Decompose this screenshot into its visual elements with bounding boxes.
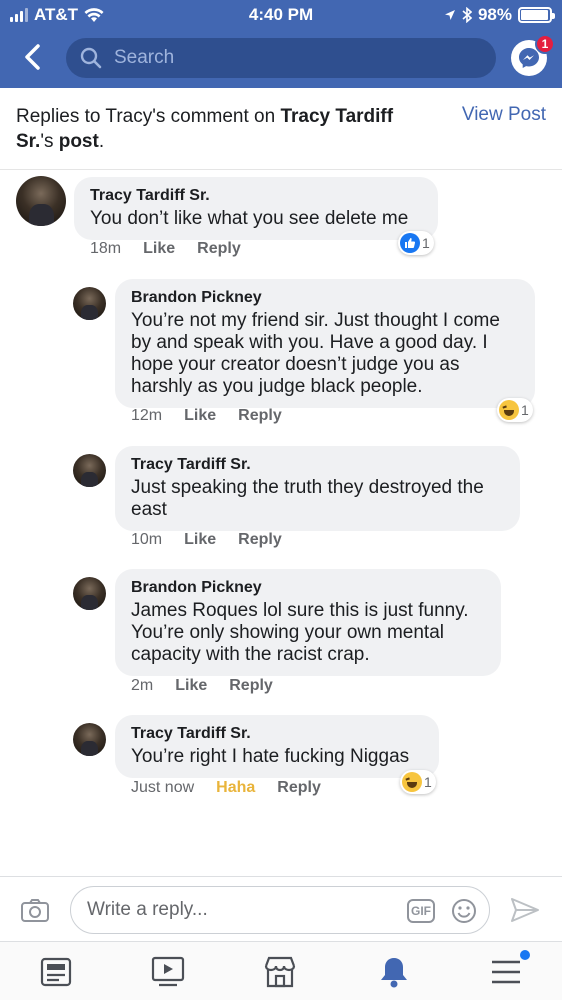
- reply-button[interactable]: Reply: [238, 531, 282, 549]
- commenter-name[interactable]: Tracy Tardiff Sr.: [131, 724, 423, 744]
- comment-text: You’re right I hate fucking Niggas: [131, 746, 410, 767]
- reaction-count: 1: [422, 235, 430, 251]
- commenter-name[interactable]: Tracy Tardiff Sr.: [131, 455, 504, 475]
- gif-button[interactable]: GIF: [407, 899, 435, 923]
- reaction-summary[interactable]: 1: [398, 231, 434, 255]
- avatar[interactable]: [16, 176, 66, 226]
- comment-actions: 18m Like Reply: [90, 240, 241, 258]
- comment-time: 12m: [131, 407, 163, 424]
- reply-button[interactable]: Reply: [277, 779, 321, 797]
- haha-icon: [402, 772, 422, 792]
- messenger-button[interactable]: 1: [511, 34, 555, 76]
- avatar[interactable]: [73, 287, 106, 320]
- header-post-link[interactable]: post: [59, 131, 99, 152]
- battery-icon: [518, 7, 555, 23]
- location-icon: [444, 10, 455, 20]
- menu-icon: [492, 960, 520, 984]
- search-placeholder: Search: [114, 47, 175, 68]
- comment-bubble[interactable]: Tracy Tardiff Sr. You’re right I hate fu…: [115, 715, 439, 778]
- avatar[interactable]: [73, 454, 106, 487]
- commenter-name[interactable]: Tracy Tardiff Sr.: [90, 186, 422, 206]
- reply-composer: Write a reply... GIF: [0, 876, 562, 942]
- comment-text: James Roques lol sure this is just funny…: [131, 600, 469, 665]
- avatar[interactable]: [73, 723, 106, 756]
- haha-button[interactable]: Haha: [216, 779, 255, 797]
- replies-header: Replies to Tracy's comment on Tracy Tard…: [0, 88, 562, 170]
- reply-button[interactable]: Reply: [238, 407, 282, 425]
- watch-video-icon: [151, 956, 185, 987]
- reaction-count: 1: [424, 774, 432, 790]
- comment-actions: 10m Like Reply: [131, 531, 282, 549]
- status-right: 98%: [444, 5, 555, 25]
- header-suffix: 's: [40, 131, 59, 152]
- comment-actions: Just now Haha Reply: [131, 779, 321, 797]
- tab-watch[interactable]: [150, 954, 186, 990]
- commenter-name[interactable]: Brandon Pickney: [131, 288, 519, 308]
- search-bar[interactable]: Search: [66, 38, 496, 78]
- comment-bubble[interactable]: Brandon Pickney James Roques lol sure th…: [115, 569, 501, 676]
- comment-time: 18m: [90, 240, 122, 257]
- comment-bubble[interactable]: Tracy Tardiff Sr. You don’t like what yo…: [74, 177, 438, 240]
- send-button[interactable]: [510, 897, 540, 928]
- header-period: .: [98, 131, 105, 152]
- search-icon: [80, 47, 102, 69]
- comment-actions: 12m Like Reply: [131, 407, 282, 425]
- reply-input[interactable]: Write a reply... GIF: [70, 886, 490, 934]
- comment-text: Just speaking the truth they destroyed t…: [131, 477, 484, 520]
- tab-marketplace[interactable]: [262, 954, 298, 990]
- camera-button[interactable]: [20, 897, 50, 928]
- commenter-name[interactable]: Brandon Pickney: [131, 578, 485, 598]
- smiley-icon: [452, 899, 476, 923]
- header-text: Replies to Tracy's comment on Tracy Tard…: [16, 104, 426, 154]
- top-bar: AT&T 4:40 PM 98% Search 1: [0, 0, 562, 88]
- avatar[interactable]: [73, 577, 106, 610]
- reply-button[interactable]: Reply: [197, 240, 241, 258]
- comment-bubble[interactable]: Tracy Tardiff Sr. Just speaking the trut…: [115, 446, 520, 531]
- like-button[interactable]: Like: [143, 240, 175, 258]
- sticker-button[interactable]: [451, 898, 477, 930]
- header-prefix: Replies to Tracy's comment on: [16, 106, 281, 127]
- back-button[interactable]: [22, 44, 44, 70]
- status-bar: AT&T 4:40 PM 98%: [0, 0, 562, 30]
- reaction-summary[interactable]: 1: [400, 770, 436, 794]
- view-post-link[interactable]: View Post: [462, 104, 546, 126]
- comment-time: Just now: [131, 779, 195, 796]
- bluetooth-icon: [462, 7, 472, 23]
- marketplace-icon: [264, 956, 296, 988]
- reply-placeholder: Write a reply...: [87, 899, 208, 920]
- tab-news-feed[interactable]: [38, 954, 74, 990]
- like-icon: [400, 233, 420, 253]
- tab-notifications[interactable]: [376, 954, 412, 990]
- send-icon: [511, 898, 539, 922]
- comment-text: You’re not my friend sir. Just thought I…: [131, 310, 500, 397]
- comment-bubble[interactable]: Brandon Pickney You’re not my friend sir…: [115, 279, 535, 408]
- haha-icon: [499, 400, 519, 420]
- comment-time: 10m: [131, 531, 163, 548]
- like-button[interactable]: Like: [175, 677, 207, 695]
- reaction-count: 1: [521, 402, 529, 418]
- bottom-tab-bar: [0, 941, 562, 1000]
- chevron-left-icon: [25, 44, 40, 70]
- tab-menu[interactable]: [488, 950, 530, 990]
- camera-icon: [21, 899, 49, 922]
- comment-time: 2m: [131, 677, 154, 694]
- like-button[interactable]: Like: [184, 407, 216, 425]
- menu-notification-dot: [520, 950, 530, 960]
- reply-button[interactable]: Reply: [229, 677, 273, 695]
- comment-actions: 2m Like Reply: [131, 677, 273, 695]
- comment-text: You don’t like what you see delete me: [90, 208, 409, 229]
- news-feed-icon: [40, 957, 72, 987]
- battery-percent: 98%: [477, 5, 512, 24]
- like-button[interactable]: Like: [184, 531, 216, 549]
- bell-icon: [381, 958, 407, 988]
- reaction-summary[interactable]: 1: [497, 398, 533, 422]
- messenger-badge: 1: [535, 34, 555, 54]
